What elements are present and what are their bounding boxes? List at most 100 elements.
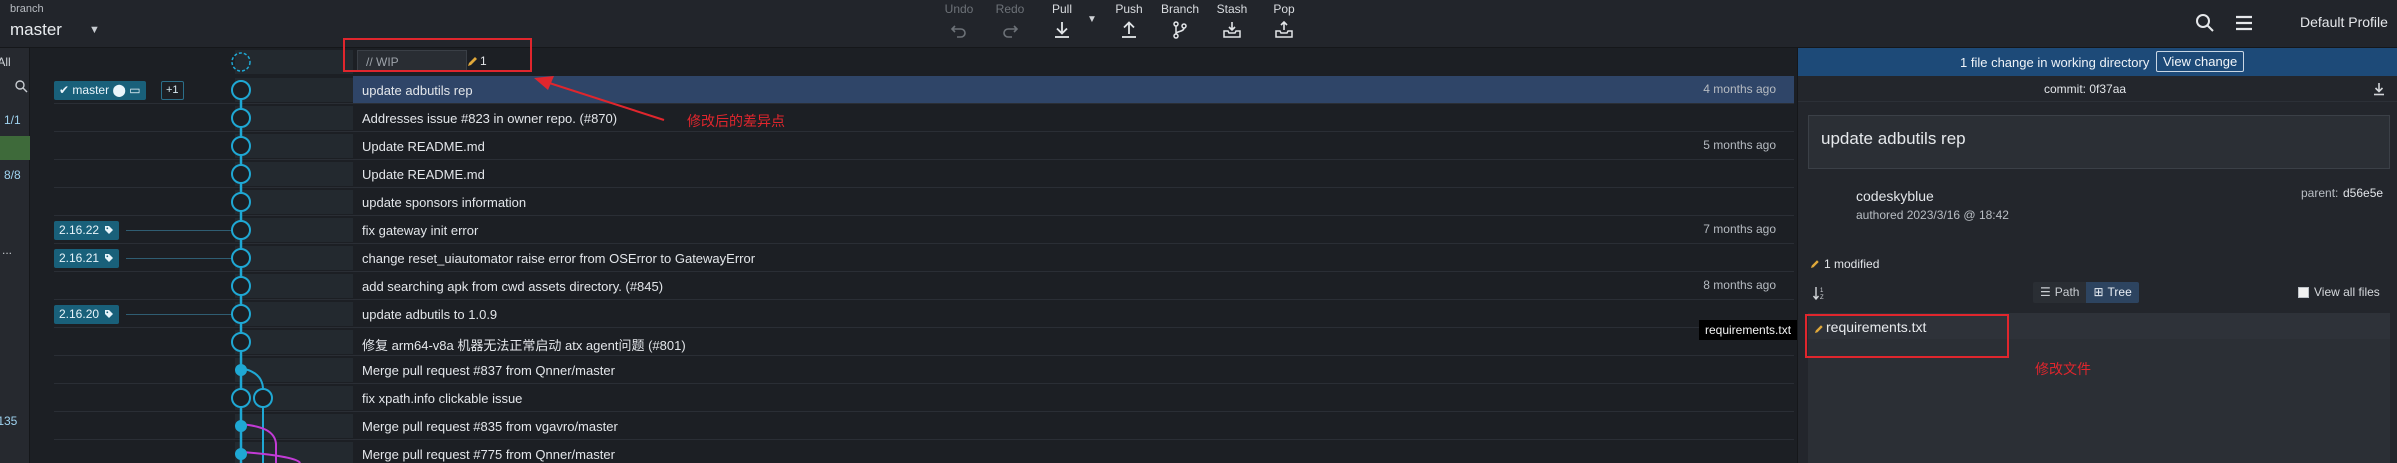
pull-button[interactable]: Pull: [1036, 2, 1088, 44]
stash-button[interactable]: Stash: [1206, 2, 1258, 44]
sort-icon[interactable]: 1Z: [1812, 285, 1828, 301]
commit-node[interactable]: [231, 332, 251, 352]
commit-message: Update README.md: [362, 167, 485, 182]
branch-line-3: [240, 423, 277, 463]
branch-button[interactable]: Branch: [1154, 2, 1206, 44]
push-label: Push: [1115, 2, 1143, 16]
commit-node[interactable]: [235, 364, 247, 376]
pop-button[interactable]: Pop: [1258, 2, 1310, 44]
branch-caption: branch: [10, 3, 44, 15]
commit-message: fix gateway init error: [362, 223, 479, 238]
sidebar-more[interactable]: ...: [2, 243, 12, 257]
sidebar-highlight: [0, 136, 30, 160]
branch-label: Branch: [1160, 2, 1200, 16]
undo-label: Undo: [944, 2, 974, 16]
authored-date: authored 2023/3/16 @ 18:42: [1856, 208, 2009, 222]
menu-icon[interactable]: [2232, 11, 2256, 35]
tags-count: /135: [0, 414, 18, 428]
commit-node[interactable]: [231, 136, 251, 156]
view-all-files-checkbox[interactable]: [2298, 286, 2309, 298]
filter-search-icon[interactable]: [14, 79, 28, 93]
commit-node[interactable]: [231, 304, 251, 324]
download-icon[interactable]: [2371, 81, 2387, 97]
path-tree-toggle: ☰ Path ⊞ Tree: [2033, 282, 2139, 303]
commit-message: Merge pull request #835 from vgavro/mast…: [362, 419, 618, 434]
working-dir-banner: 1 file change in working directory View …: [1798, 48, 2397, 76]
search-icon[interactable]: [2193, 11, 2217, 35]
undo-icon: [949, 20, 969, 40]
svg-text:Z: Z: [1820, 295, 1824, 301]
commit-message: Merge pull request #837 from Qnner/maste…: [362, 363, 615, 378]
stash-icon: [1222, 20, 1242, 40]
branch-name: master: [10, 20, 62, 39]
commit-graph: // WIP 1 ✔ master ⬤ ▭ +1 update adbutils…: [30, 48, 1794, 463]
undo-button[interactable]: Undo: [933, 2, 985, 44]
commit-node[interactable]: [231, 192, 251, 212]
annotation-arrow: [534, 76, 665, 121]
list-icon: ☰: [2040, 285, 2051, 299]
pull-icon: [1052, 20, 1072, 40]
commit-node[interactable]: [231, 108, 251, 128]
push-button[interactable]: Push: [1103, 2, 1155, 44]
branch-selector[interactable]: branch master ▼: [10, 3, 102, 43]
branch-icon: [1170, 20, 1190, 40]
commit-message: Merge pull request #775 from Qnner/maste…: [362, 447, 615, 462]
working-dir-text: 1 file change in working directory: [1960, 55, 2150, 70]
local-count: 1/1: [4, 113, 21, 127]
parent-id[interactable]: d56e5e: [2343, 186, 2383, 200]
commit-message: Update README.md: [362, 139, 485, 154]
commit-node[interactable]: [235, 420, 247, 432]
wip-node: [231, 52, 251, 72]
commit-node[interactable]: [231, 220, 251, 240]
commit-node[interactable]: [235, 448, 247, 460]
view-all-files-toggle[interactable]: View all files: [2298, 285, 2380, 299]
push-icon: [1119, 20, 1139, 40]
modified-count: 1 modified: [1810, 257, 1879, 271]
commit-message: fix xpath.info clickable issue: [362, 391, 523, 406]
annotation-diff-point: 修改后的差异点: [687, 113, 785, 129]
modified-count-label: 1 modified: [1824, 257, 1880, 271]
commit-node[interactable]: [231, 248, 251, 268]
redo-button[interactable]: Redo: [984, 2, 1036, 44]
pencil-icon: [1810, 258, 1820, 268]
profile-button[interactable]: Default Profile: [2300, 14, 2388, 30]
tree-view-button[interactable]: ⊞ Tree: [2086, 282, 2139, 303]
commit-summary[interactable]: update adbutils rep: [1808, 115, 2390, 169]
author-name: codeskyblue: [1856, 188, 1934, 204]
commit-message: update sponsors information: [362, 195, 527, 210]
pop-icon: [1274, 20, 1294, 40]
commit-summary-text: update adbutils rep: [1821, 129, 1966, 148]
branch-line-2: [240, 367, 264, 463]
remote-count: 8/8: [4, 168, 21, 182]
commit-id-bar: commit: 0f37aa: [1798, 76, 2397, 102]
tree-icon: ⊞: [2093, 285, 2104, 299]
tree-label: Tree: [2107, 285, 2132, 299]
commit-message: 修复 arm64-v8a 机器无法正常启动 atx agent问题 (#801): [362, 338, 686, 353]
commit-message: add searching apk from cwd assets direct…: [362, 279, 664, 294]
path-label: Path: [2054, 285, 2080, 299]
chevron-down-icon: ▼: [89, 24, 100, 36]
commit-date: 5 months ago: [1703, 138, 1776, 152]
commit-node[interactable]: [253, 388, 273, 408]
commit-node[interactable]: [231, 276, 251, 296]
path-view-button[interactable]: ☰ Path: [2033, 282, 2087, 303]
annotation-modified-file: 修改文件: [2035, 361, 2091, 377]
commit-message: update adbutils to 1.0.9: [362, 307, 498, 322]
commit-date: 4 months ago: [1703, 82, 1776, 96]
commit-node[interactable]: [231, 80, 251, 100]
commit-message: change reset_uiautomator raise error fro…: [362, 251, 756, 266]
parent-label: parent:: [2301, 186, 2339, 200]
redo-icon: [1000, 20, 1020, 40]
annotation-box-file: [1805, 314, 2009, 358]
show-all-button[interactable]: w All: [0, 55, 11, 69]
commit-nodes: [231, 80, 273, 460]
redo-label: Redo: [995, 2, 1025, 16]
file-tooltip: requirements.txt: [1699, 320, 1798, 340]
commit-id: commit: 0f37aa: [2044, 82, 2127, 96]
view-change-button[interactable]: View change: [2156, 51, 2245, 72]
pull-options-chevron-icon[interactable]: ▼: [1087, 14, 1097, 25]
branch-line-4: [240, 451, 301, 463]
commit-message: update adbutils rep: [362, 83, 473, 98]
commit-node[interactable]: [231, 164, 251, 184]
commit-node[interactable]: [231, 388, 251, 408]
